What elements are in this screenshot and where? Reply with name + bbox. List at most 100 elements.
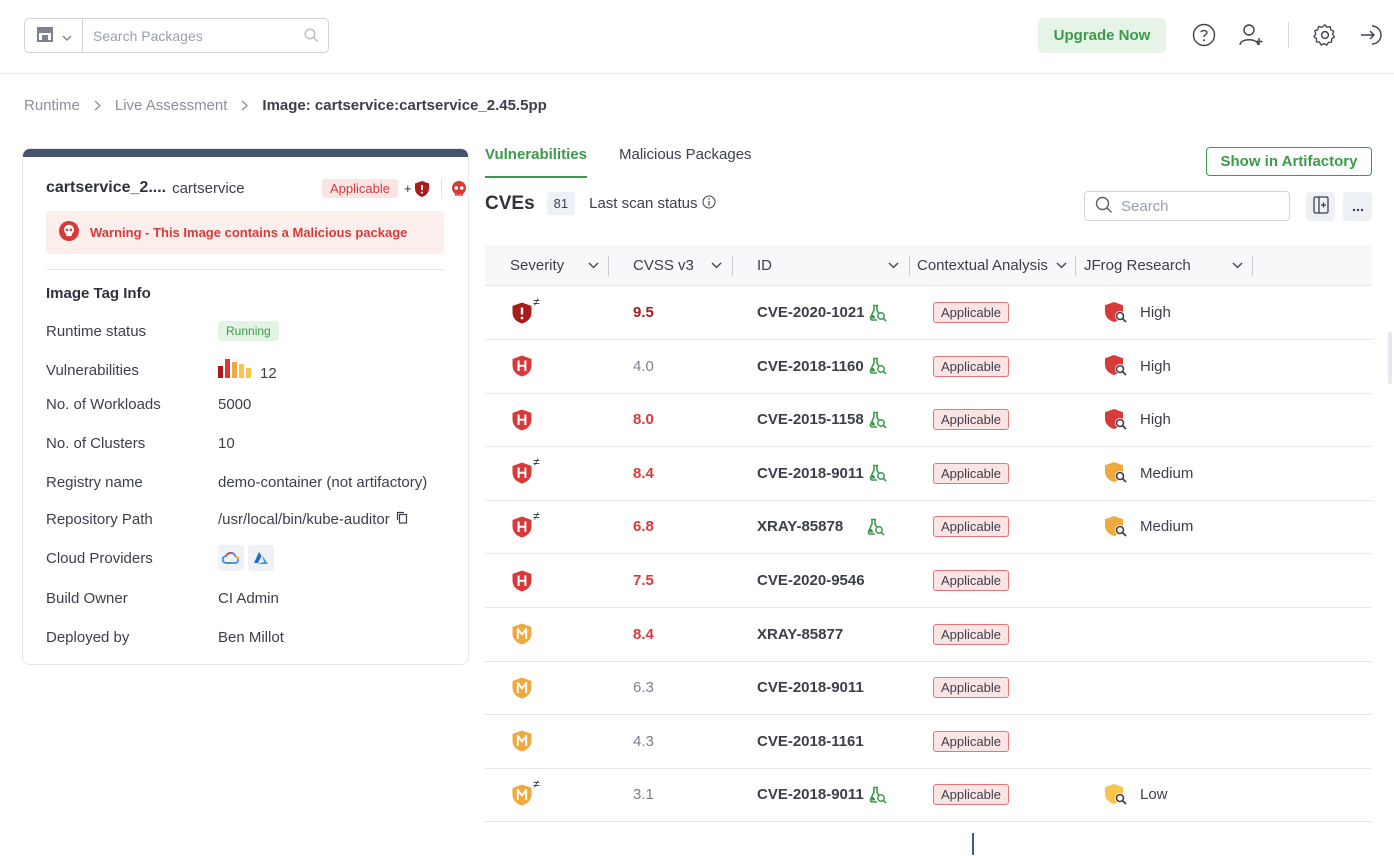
research-flask-icon[interactable] — [869, 447, 887, 500]
breadcrumb-live-assessment[interactable]: Live Assessment — [115, 97, 228, 114]
cve-id[interactable]: CVE-2018-1161 — [757, 715, 864, 768]
applicable-badge: Applicable — [933, 516, 1009, 538]
package-type-select[interactable] — [25, 19, 83, 52]
severity-cell — [511, 608, 541, 661]
cve-id[interactable]: CVE-2015-1158 — [757, 393, 864, 446]
severity-cell — [511, 340, 541, 393]
applicable-badge: Applicable — [933, 302, 1009, 323]
applicable-badge: Applicable — [933, 730, 1009, 752]
table-row[interactable]: 7.5 CVE-2020-9546 Applicable — [485, 554, 1372, 608]
table-row[interactable]: 8.4 XRAY-85877 Applicable — [485, 608, 1372, 662]
upgrade-now-button[interactable]: Upgrade Now — [1038, 18, 1166, 53]
table-row[interactable]: ≠ 6.8 XRAY-85878 Applicable Medium — [485, 500, 1372, 555]
table-row[interactable]: ≠ 8.4 CVE-2018-9011 Applicable Medium — [485, 447, 1372, 501]
column-header-jfrog-research[interactable]: JFrog Research — [1084, 245, 1249, 286]
research-flask-icon[interactable] — [869, 286, 887, 339]
table-row[interactable]: 8.0 CVE-2015-1158 Applicable High — [485, 393, 1372, 448]
skull-icon — [450, 180, 468, 201]
high-severity-icon: ≠ — [511, 509, 541, 542]
search-icon[interactable] — [294, 28, 328, 43]
copy-icon[interactable] — [396, 511, 408, 528]
column-header-label: Contextual Analysis — [917, 257, 1048, 274]
table-row[interactable]: ≠ 9.5 CVE-2020-1021 Applicable High — [485, 286, 1372, 340]
running-status-badge: Running — [218, 321, 279, 341]
research-level: Medium — [1140, 464, 1194, 482]
cve-id[interactable]: CVE-2018-9011 — [757, 768, 864, 821]
cve-id[interactable]: CVE-2020-1021 — [757, 286, 865, 339]
warning-text: Warning - This Image contains a Maliciou… — [90, 225, 408, 240]
info-label: Build Owner — [46, 590, 128, 607]
cve-id[interactable]: CVE-2018-9011 — [757, 661, 864, 714]
cve-id[interactable]: CVE-2018-9011 — [757, 447, 864, 500]
column-header-label: ID — [757, 257, 772, 274]
contextual-analysis-cell: Applicable — [933, 554, 1009, 607]
page-scrollbar[interactable] — [1388, 332, 1392, 384]
research-flask-icon[interactable] — [869, 340, 887, 393]
applicable-badge: Applicable — [322, 179, 398, 198]
tab-vulnerabilities[interactable]: Vulnerabilities — [485, 146, 587, 178]
show-in-artifactory-button[interactable]: Show in Artifactory — [1206, 147, 1372, 176]
research-flask-icon[interactable] — [869, 768, 887, 821]
repository-icon — [36, 26, 54, 45]
cve-search-input[interactable] — [1121, 197, 1281, 215]
breadcrumb-runtime[interactable]: Runtime — [24, 97, 80, 114]
applicable-badge: Applicable — [933, 409, 1009, 431]
cve-id[interactable]: XRAY-85878 — [757, 500, 843, 553]
table-row[interactable]: ≠ 3.1 CVE-2018-9011 Applicable Low — [485, 768, 1372, 823]
info-icon[interactable] — [702, 195, 716, 213]
cve-search-field — [1084, 191, 1290, 221]
cve-id[interactable]: CVE-2018-1160 — [757, 340, 864, 393]
add-column-icon — [1312, 196, 1329, 217]
contextual-analysis-cell: Applicable — [933, 447, 1009, 500]
column-header-cvss[interactable]: CVSS v3 — [633, 245, 733, 286]
table-row[interactable]: 4.0 CVE-2018-1160 Applicable High — [485, 340, 1372, 394]
column-header-label: JFrog Research — [1084, 257, 1191, 274]
card-accent-bar — [23, 149, 468, 157]
top-bar: Upgrade Now — [0, 0, 1394, 74]
table-row[interactable]: 4.3 CVE-2018-1161 Applicable — [485, 715, 1372, 769]
table-row[interactable]: 6.3 CVE-2018-9011 Applicable — [485, 661, 1372, 716]
tab-malicious-packages[interactable]: Malicious Packages — [619, 146, 752, 178]
info-row-vulnerabilities: Vulnerabilities 12 — [46, 358, 446, 382]
plus-sign: + — [404, 181, 412, 196]
severity-cell — [511, 554, 541, 607]
cvss-score: 8.4 — [633, 464, 654, 482]
add-user-icon[interactable] — [1236, 20, 1266, 50]
logout-icon[interactable] — [1356, 20, 1386, 50]
low-research-shield-icon — [1104, 783, 1130, 807]
chevron-down-icon — [588, 262, 599, 269]
more-options-button[interactable] — [1343, 192, 1372, 221]
cvss-score: 6.3 — [633, 679, 654, 697]
applicable-badge: Applicable — [933, 462, 1009, 484]
research-flask-icon[interactable] — [869, 393, 887, 446]
info-label: Repository Path — [46, 511, 153, 528]
chevron-down-icon — [62, 28, 72, 44]
medium-severity-icon: ≠ — [511, 776, 541, 810]
cve-id[interactable]: XRAY-85877 — [757, 608, 843, 661]
settings-icon[interactable] — [1310, 20, 1340, 50]
high-severity-icon: ≠ — [511, 455, 541, 488]
jfrog-research-cell: Medium — [1104, 447, 1193, 500]
package-search — [24, 18, 329, 53]
column-settings-button[interactable] — [1306, 192, 1335, 221]
help-icon[interactable] — [1189, 20, 1219, 50]
column-header-contextual-analysis[interactable]: Contextual Analysis — [917, 245, 1077, 286]
column-divider — [608, 256, 609, 276]
severity-cell: ≠ — [511, 500, 541, 553]
contextual-analysis-cell: Applicable — [933, 500, 1009, 553]
card-divider — [46, 269, 444, 270]
cve-id[interactable]: CVE-2020-9546 — [757, 554, 865, 607]
info-label: Registry name — [46, 474, 143, 491]
column-divider — [1075, 256, 1076, 276]
package-search-input[interactable] — [83, 19, 294, 52]
not-equal-icon: ≠ — [533, 776, 540, 791]
chevron-down-icon — [888, 262, 899, 269]
column-header-severity[interactable]: Severity — [510, 245, 624, 286]
jfrog-research-cell: High — [1104, 286, 1171, 339]
contextual-analysis-cell: Applicable — [933, 715, 1009, 768]
column-header-id[interactable]: ID — [757, 245, 907, 286]
cvss-score: 6.8 — [633, 518, 654, 536]
info-row-runtime-status: Runtime status Running — [46, 321, 446, 341]
applicable-badge: Applicable — [933, 570, 1009, 591]
research-flask-icon[interactable] — [867, 500, 885, 553]
